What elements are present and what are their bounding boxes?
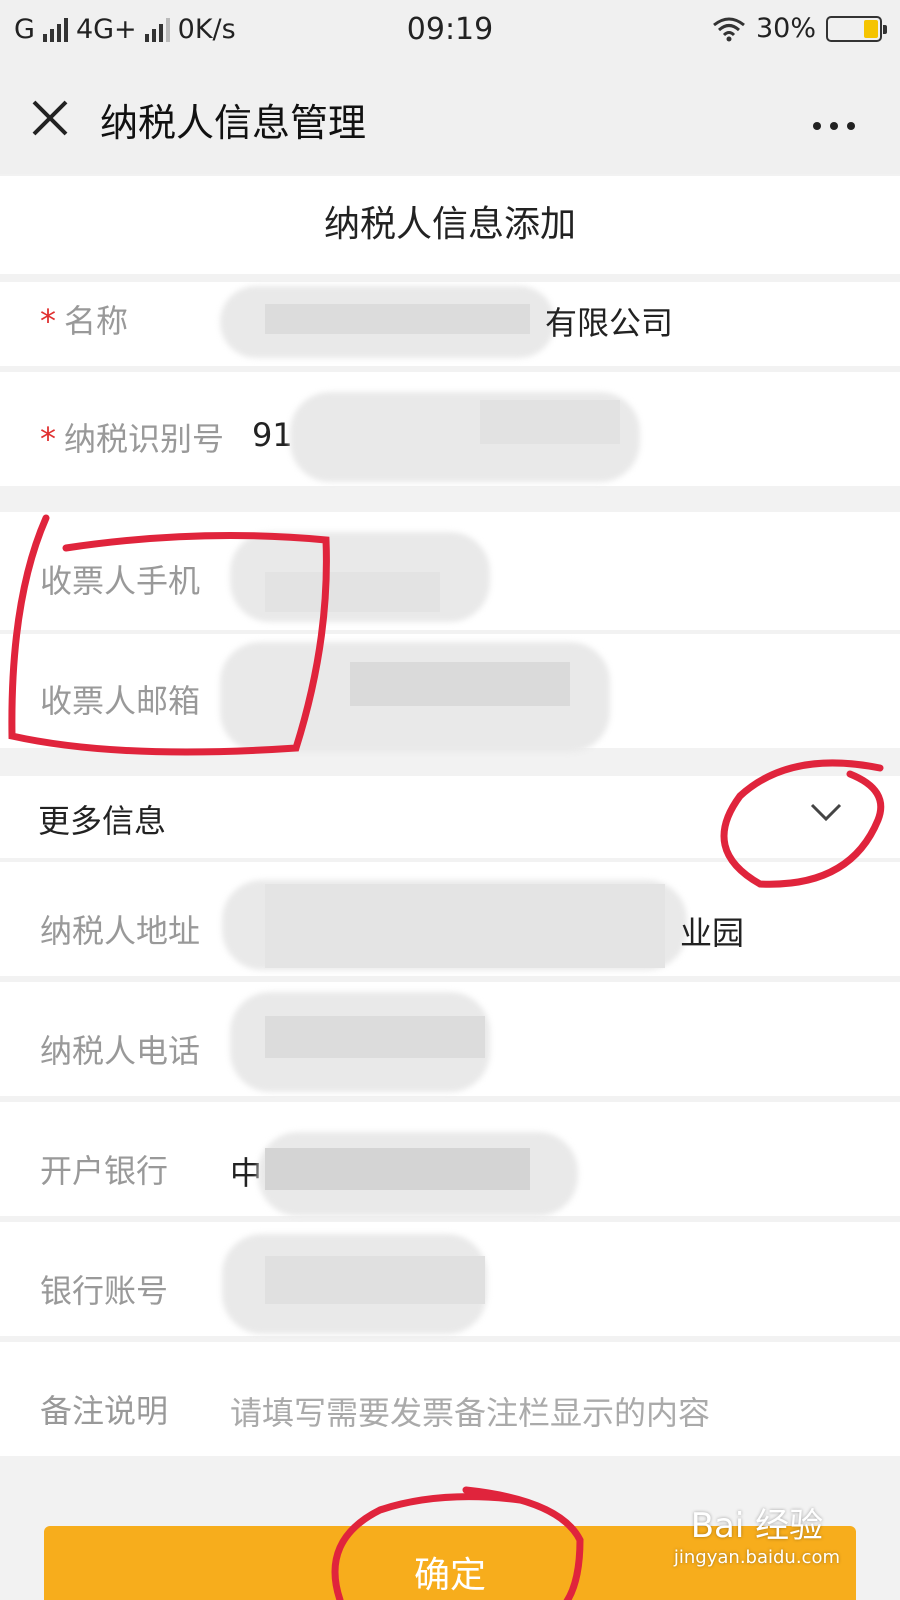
tax-id-row[interactable]: * 纳税识别号 91 xyxy=(0,372,900,486)
phone-row[interactable]: 纳税人电话 xyxy=(0,982,900,1096)
receiver-phone-label: 收票人手机 xyxy=(40,562,201,600)
redacted-pixels xyxy=(265,572,440,612)
redacted-pixels xyxy=(265,884,665,968)
name-label-text: 名称 xyxy=(64,302,129,340)
name-value[interactable]: 有限公司 xyxy=(545,298,673,344)
status-bar: G 4G+ 0K/s 09:19 30% xyxy=(0,0,900,62)
page-title: 纳税人信息添加 xyxy=(0,176,900,274)
ellipsis-icon xyxy=(813,122,855,130)
watermark-brand: Bai 经验 xyxy=(690,1506,824,1546)
top-nav-bar: 纳税人信息管理 xyxy=(0,62,900,174)
required-mark: * xyxy=(40,420,56,458)
name-row[interactable]: * 名称 有限公司 xyxy=(0,282,900,366)
receiver-phone-row[interactable]: 收票人手机 xyxy=(0,512,900,630)
redacted-pixels xyxy=(480,400,620,444)
watermark-url: jingyan.baidu.com xyxy=(673,1547,840,1568)
redacted-pixels xyxy=(265,1256,485,1304)
redacted-pixels xyxy=(265,1148,530,1190)
watermark: Bai 经验 jingyan.baidu.com xyxy=(674,1498,840,1568)
wifi-icon xyxy=(713,17,745,41)
remark-label: 备注说明 xyxy=(40,1392,169,1430)
more-options-icon[interactable] xyxy=(812,108,856,131)
battery-icon xyxy=(826,15,887,42)
account-row[interactable]: 银行账号 xyxy=(0,1222,900,1336)
tax-id-value[interactable]: 91 xyxy=(252,416,293,454)
redacted-pixels xyxy=(265,304,530,334)
name-label: * 名称 xyxy=(40,296,128,342)
receiver-email-label: 收票人邮箱 xyxy=(40,682,201,720)
address-label: 纳税人地址 xyxy=(40,912,201,950)
remark-input[interactable]: 请填写需要发票备注栏显示的内容 xyxy=(230,1388,710,1434)
bank-label: 开户银行 xyxy=(40,1152,169,1190)
chevron-down-icon[interactable] xyxy=(806,792,846,832)
status-right: 30% xyxy=(712,13,887,44)
required-mark: * xyxy=(40,302,56,340)
battery-level xyxy=(864,19,878,38)
address-row[interactable]: 纳税人地址 业园 xyxy=(0,862,900,976)
redacted-pixels xyxy=(350,662,570,706)
nav-title: 纳税人信息管理 xyxy=(100,101,367,145)
receiver-email-row[interactable]: 收票人邮箱 xyxy=(0,634,900,752)
more-info-row[interactable]: 更多信息 xyxy=(0,776,900,858)
redacted-pixels xyxy=(265,1016,485,1058)
more-info-label: 更多信息 xyxy=(38,802,167,840)
remark-row[interactable]: 备注说明 请填写需要发票备注栏显示的内容 xyxy=(0,1342,900,1456)
address-value[interactable]: 业园 xyxy=(680,908,744,954)
battery-percent: 30% xyxy=(755,13,816,44)
tax-id-label-text: 纳税识别号 xyxy=(64,420,225,458)
close-icon[interactable] xyxy=(24,92,76,144)
tax-id-label: * 纳税识别号 xyxy=(40,414,224,460)
phone-label: 纳税人电话 xyxy=(40,1032,201,1070)
account-label: 银行账号 xyxy=(40,1272,169,1310)
bank-row[interactable]: 开户银行 中 xyxy=(0,1102,900,1216)
